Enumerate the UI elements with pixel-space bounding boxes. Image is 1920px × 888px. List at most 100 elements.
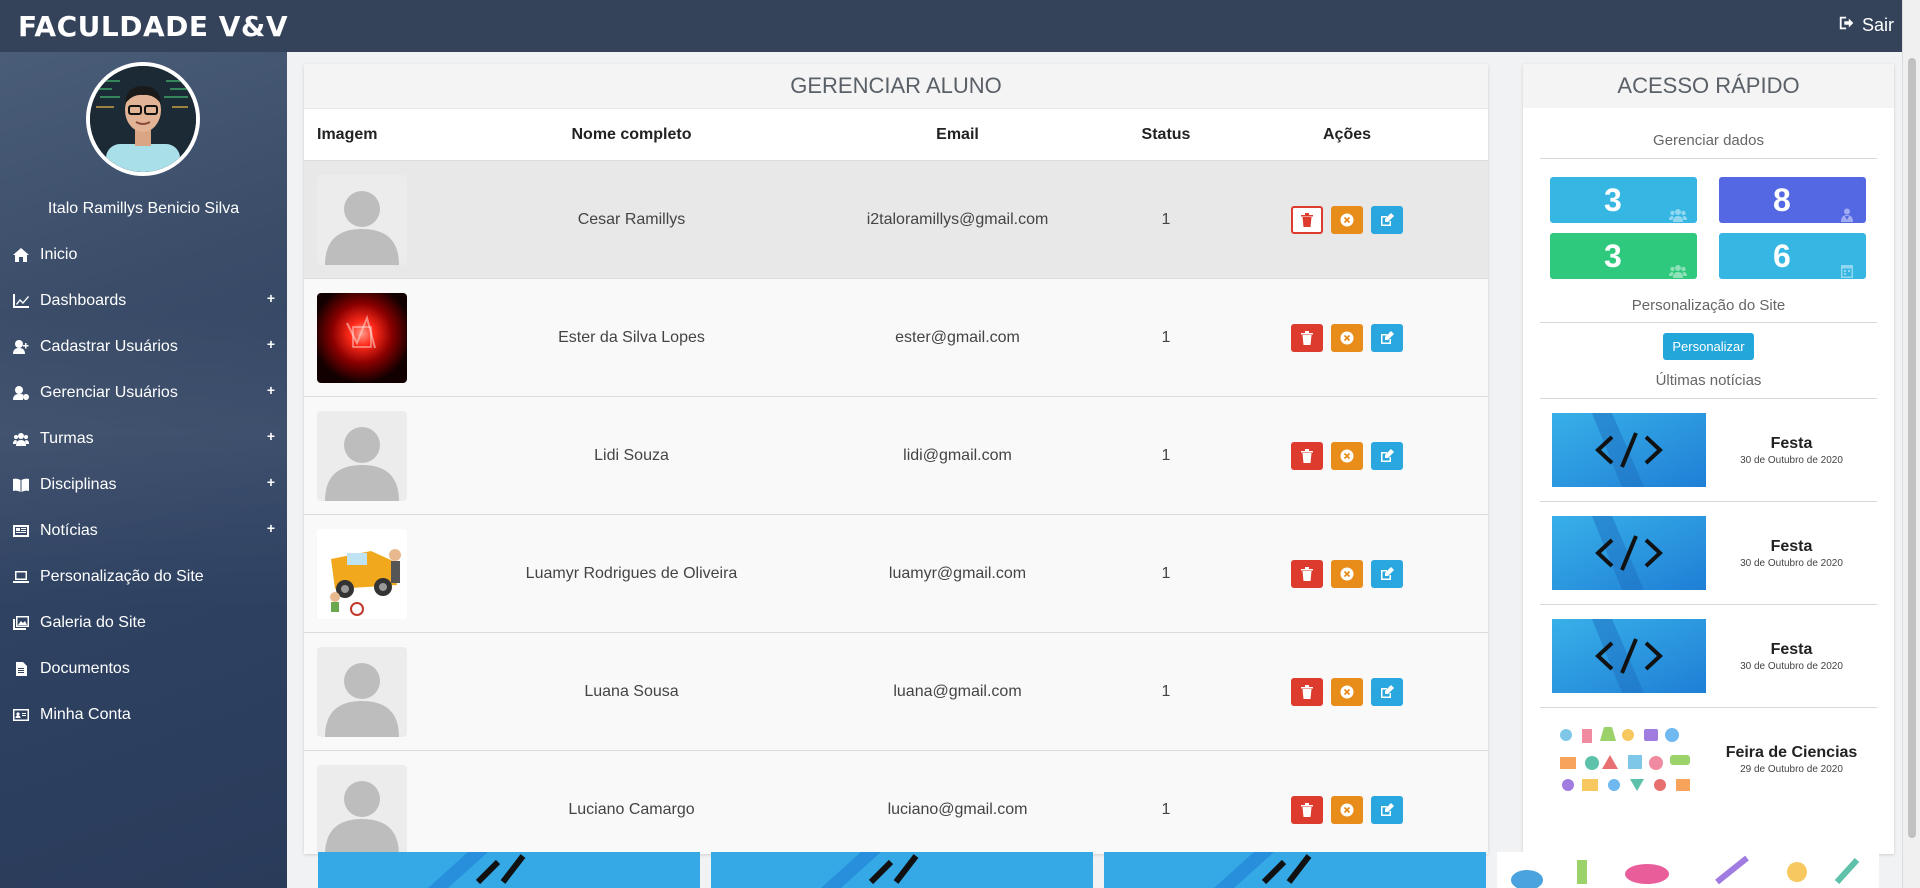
logout-button[interactable]: Sair xyxy=(1838,14,1894,37)
table-row: Luana Sousa luana@gmail.com 1 xyxy=(304,632,1488,751)
chart-line-icon xyxy=(12,293,30,309)
sidebar-item-dashboards[interactable]: Dashboards + xyxy=(0,278,287,324)
disable-button[interactable] xyxy=(1331,795,1363,824)
stat-card-subjects[interactable]: 6 xyxy=(1719,233,1866,279)
sidebar-item-minha-conta[interactable]: Minha Conta xyxy=(0,692,287,738)
disable-button[interactable] xyxy=(1331,205,1363,234)
delete-button[interactable] xyxy=(1291,677,1323,706)
news-title: Festa xyxy=(1770,537,1813,555)
sidebar-item-label: Gerenciar Usuários xyxy=(40,384,178,401)
news-item[interactable]: Festa 30 de Outubro de 2020 xyxy=(1540,399,1877,502)
code-banner-image xyxy=(1552,413,1706,487)
column-header-image: Imagem xyxy=(317,125,378,143)
student-name: Luciano Camargo xyxy=(568,800,695,818)
sidebar-item-personalizacao[interactable]: Personalização do Site xyxy=(0,554,287,600)
student-status: 1 xyxy=(1161,682,1171,700)
customize-button[interactable]: Personalizar xyxy=(1663,333,1754,360)
delete-button[interactable] xyxy=(1291,323,1323,352)
sidebar-item-galeria[interactable]: Galeria do Site xyxy=(0,600,287,646)
sidebar-item-noticias[interactable]: Notícias + xyxy=(0,508,287,554)
edit-button[interactable] xyxy=(1371,795,1403,824)
expand-plus-icon[interactable]: + xyxy=(267,336,275,352)
gallery-image[interactable] xyxy=(1104,852,1486,888)
user-avatar[interactable] xyxy=(86,62,200,176)
edit-icon xyxy=(1381,448,1394,462)
expand-plus-icon[interactable]: + xyxy=(267,428,275,444)
sidebar-item-documentos[interactable]: Documentos xyxy=(0,646,287,692)
expand-plus-icon[interactable]: + xyxy=(267,382,275,398)
column-header-status: Status xyxy=(1141,125,1191,143)
news-title: Festa xyxy=(1770,434,1813,452)
student-email: lidi@gmail.com xyxy=(903,446,1012,464)
students-table: Imagem Nome completo Email Status Ações … xyxy=(304,108,1488,854)
expand-plus-icon[interactable]: + xyxy=(267,474,275,490)
disable-button[interactable] xyxy=(1331,677,1363,706)
table-row: Luamyr Rodrigues de Oliveira luamyr@gmai… xyxy=(304,514,1488,633)
sidebar-menu: Inicio Dashboards + Cadastrar Usuários +… xyxy=(0,232,287,738)
news-title: Feira de Ciencias xyxy=(1725,744,1858,761)
scrollbar-thumb[interactable] xyxy=(1908,58,1916,838)
gallery-image[interactable] xyxy=(711,852,1093,888)
manage-data-heading: Gerenciar dados xyxy=(1540,132,1877,159)
user-cog-icon xyxy=(12,385,30,401)
column-header-name: Nome completo xyxy=(571,125,692,143)
delete-button[interactable] xyxy=(1291,559,1323,588)
sidebar-item-label: Notícias xyxy=(40,522,98,539)
news-item[interactable]: Feira de Ciencias 29 de Outubro de 2020 xyxy=(1540,708,1877,811)
site-customization-heading: Personalização do Site xyxy=(1540,297,1877,323)
stat-value: 8 xyxy=(1773,181,1791,218)
default-avatar-image xyxy=(317,646,407,737)
times-circle-icon xyxy=(1340,567,1354,580)
times-circle-icon xyxy=(1340,213,1354,226)
news-date: 30 de Outubro de 2020 xyxy=(1740,557,1843,569)
edit-button[interactable] xyxy=(1371,441,1403,470)
edit-button[interactable] xyxy=(1371,677,1403,706)
edit-icon xyxy=(1381,802,1394,816)
cartoon-accident-image xyxy=(317,528,407,619)
news-item[interactable]: Festa 30 de Outubro de 2020 xyxy=(1540,605,1877,708)
stats-grid: 3 8 3 6 xyxy=(1550,177,1894,279)
sidebar-item-cadastrar-usuarios[interactable]: Cadastrar Usuários + xyxy=(0,324,287,370)
code-banner-image xyxy=(1552,619,1706,693)
book-open-icon xyxy=(12,477,30,493)
sidebar-item-disciplinas[interactable]: Disciplinas + xyxy=(0,462,287,508)
disable-button[interactable] xyxy=(1331,559,1363,588)
delete-button[interactable] xyxy=(1291,795,1323,824)
student-name: Lidi Souza xyxy=(594,446,669,464)
student-status: 1 xyxy=(1161,446,1171,464)
expand-plus-icon[interactable]: + xyxy=(267,290,275,306)
delete-button[interactable] xyxy=(1291,441,1323,470)
stat-card-teachers[interactable]: 8 xyxy=(1719,177,1866,223)
trash-icon xyxy=(1301,448,1313,463)
news-item[interactable]: Festa 30 de Outubro de 2020 xyxy=(1540,502,1877,605)
table-row: Luciano Camargo luciano@gmail.com 1 xyxy=(304,750,1488,854)
sidebar-item-turmas[interactable]: Turmas + xyxy=(0,416,287,462)
student-status: 1 xyxy=(1161,564,1171,582)
quick-access-title: ACESSO RÁPIDO xyxy=(1523,64,1894,108)
disable-button[interactable] xyxy=(1331,441,1363,470)
news-title: Festa xyxy=(1770,640,1813,658)
table-row: Lidi Souza lidi@gmail.com 1 xyxy=(304,396,1488,515)
calendar-icon xyxy=(1838,249,1856,286)
stat-card-students[interactable]: 3 xyxy=(1550,177,1697,223)
sidebar-item-gerenciar-usuarios[interactable]: Gerenciar Usuários + xyxy=(0,370,287,416)
brand-logo[interactable]: FACULDADE V&V xyxy=(18,10,288,43)
table-row: Cesar Ramillys i2taloramillys@gmail.com … xyxy=(304,160,1488,279)
column-header-email: Email xyxy=(936,125,979,143)
row-actions xyxy=(1291,323,1403,352)
edit-button[interactable] xyxy=(1371,323,1403,352)
stat-value: 6 xyxy=(1773,237,1791,274)
edit-button[interactable] xyxy=(1371,205,1403,234)
disable-button[interactable] xyxy=(1331,323,1363,352)
edit-button[interactable] xyxy=(1371,559,1403,588)
stat-card-classes[interactable]: 3 xyxy=(1550,233,1697,279)
page-scrollbar[interactable] xyxy=(1902,0,1920,888)
student-name: Cesar Ramillys xyxy=(577,210,686,228)
expand-plus-icon[interactable]: + xyxy=(267,520,275,536)
delete-button[interactable] xyxy=(1291,205,1323,234)
student-email: luciano@gmail.com xyxy=(887,800,1028,818)
gallery-image[interactable] xyxy=(1497,852,1879,888)
user-name: Italo Ramillys Benicio Silva xyxy=(47,200,240,217)
gallery-image[interactable] xyxy=(318,852,700,888)
sidebar-item-inicio[interactable]: Inicio xyxy=(0,232,287,278)
